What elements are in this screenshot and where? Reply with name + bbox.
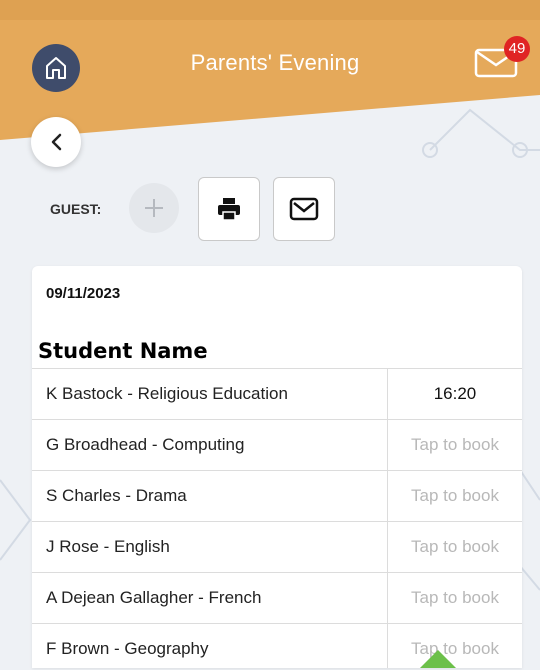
- home-icon: [46, 57, 66, 79]
- header-banner: [0, 0, 540, 140]
- email-button[interactable]: [273, 177, 335, 241]
- table-row: S Charles - Drama Tap to book: [32, 470, 522, 521]
- booked-time[interactable]: 16:20: [388, 369, 522, 419]
- tap-to-book-button[interactable]: Tap to book: [388, 471, 522, 521]
- print-button[interactable]: [198, 177, 260, 241]
- printer-icon: [218, 198, 240, 221]
- appointments-card: 09/11/2023 Student Name K Bastock - Reli…: [32, 266, 522, 668]
- teacher-subject: F Brown - Geography: [32, 624, 388, 668]
- envelope-icon: [289, 197, 319, 221]
- chevron-left-icon: [51, 133, 62, 151]
- teacher-subject: A Dejean Gallagher - French: [32, 573, 388, 623]
- page-title: Parents' Evening: [190, 50, 360, 75]
- unread-count-badge: 49: [504, 36, 530, 62]
- pointer-arrow-icon: [420, 650, 456, 668]
- tap-to-book-button[interactable]: Tap to book: [388, 522, 522, 572]
- app-header: Parents' Evening 49: [0, 0, 540, 160]
- table-row: G Broadhead - Computing Tap to book: [32, 419, 522, 470]
- guest-label: GUEST:: [50, 201, 102, 217]
- appointments-table: K Bastock - Religious Education 16:20 G …: [32, 368, 522, 668]
- table-row: A Dejean Gallagher - French Tap to book: [32, 572, 522, 623]
- teacher-subject: J Rose - English: [32, 522, 388, 572]
- teacher-subject: K Bastock - Religious Education: [32, 369, 388, 419]
- tap-to-book-button[interactable]: Tap to book: [388, 420, 522, 470]
- table-row: K Bastock - Religious Education 16:20: [32, 368, 522, 419]
- plus-icon: [145, 199, 163, 217]
- column-heading: Student Name: [38, 339, 208, 363]
- evening-date: 09/11/2023: [46, 285, 121, 302]
- home-button[interactable]: [32, 44, 80, 92]
- add-guest-button[interactable]: [129, 183, 179, 233]
- teacher-subject: G Broadhead - Computing: [32, 420, 388, 470]
- teacher-subject: S Charles - Drama: [32, 471, 388, 521]
- back-button[interactable]: [31, 117, 81, 167]
- table-row: J Rose - English Tap to book: [32, 521, 522, 572]
- tap-to-book-button[interactable]: Tap to book: [388, 573, 522, 623]
